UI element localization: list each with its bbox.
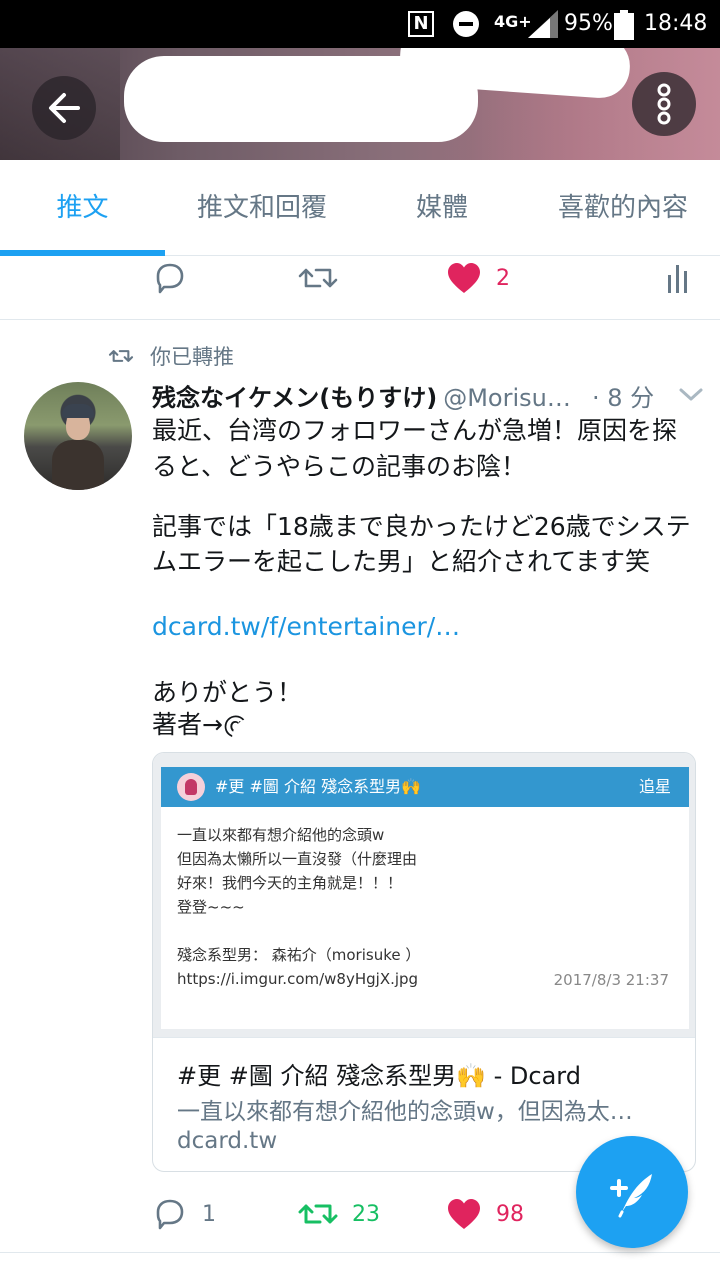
heart-filled-icon: [448, 263, 480, 293]
author-name[interactable]: 残念なイケメン(もりすけ): [152, 384, 437, 412]
link-card[interactable]: #更 #圖 介紹 殘念系型男🙌 追星 一直以來都有想介紹他的念頭w 但因為太懶所…: [152, 752, 696, 1172]
card-title: #更 #圖 介紹 殘念系型男🙌 - Dcard: [177, 1062, 581, 1090]
dcard-post-title: #更 #圖 介紹 殘念系型男🙌: [215, 777, 421, 796]
tweet-text-line: ると、どうやらこの記事のお陰！: [152, 452, 527, 481]
prev-reply-button[interactable]: [152, 248, 188, 308]
status-bar: N 4G+ 95% 18:48: [0, 0, 720, 48]
like-count: 98: [496, 1201, 524, 1227]
nfc-icon: N: [408, 11, 434, 37]
battery-percent: 95%: [564, 11, 613, 36]
tweet-link[interactable]: dcard.tw/f/entertainer/…: [152, 610, 692, 644]
signal-icon: [528, 10, 558, 48]
dcard-text: https://i.imgur.com/w8yHgjX.jpg: [177, 970, 419, 988]
tweet-time: · 8 分: [592, 384, 655, 412]
tab-likes[interactable]: 喜歡的內容: [540, 160, 706, 256]
analytics-icon: [668, 265, 687, 293]
torn-edge-decoration: [161, 1013, 689, 1029]
dcard-post-body: 一直以來都有想介紹他的念頭w 但因為太懶所以一直沒發（什麼理由 好來！我們今天的…: [161, 807, 689, 1029]
dcard-text: 登登~~~: [177, 898, 245, 916]
back-button[interactable]: [32, 76, 96, 140]
retweet-icon: [298, 1204, 338, 1224]
reply-count: 1: [202, 1201, 216, 1227]
dcard-text: 好來！我們今天的主角就是！！！: [177, 874, 403, 892]
card-description: 一直以來都有想介紹他的念頭w，但因為太…: [177, 1099, 633, 1125]
more-button[interactable]: [632, 72, 696, 136]
dcard-text: 殘念系型男： 森祐介（morisuke ）: [177, 946, 421, 964]
avatar[interactable]: [24, 382, 132, 490]
profile-header-banner: [0, 48, 720, 160]
retweet-note-label: 你已轉推: [150, 345, 234, 369]
prev-tweet-actions: 2: [0, 248, 720, 308]
clock: 18:48: [644, 11, 708, 36]
tweet-text-line: ありがとう！: [152, 678, 303, 707]
reply-icon: [156, 1199, 184, 1230]
tab-tweets[interactable]: 推文: [0, 160, 165, 256]
tweet-divider: [0, 1252, 720, 1253]
retweet-icon: [298, 268, 338, 288]
heart-filled-icon: [448, 1199, 480, 1229]
like-button[interactable]: 98: [446, 1184, 524, 1244]
retweet-small-icon: [108, 350, 134, 362]
arrow-left-icon: [49, 93, 80, 123]
tweet-header: 残念なイケメン(もりすけ) @Morisu… · 8 分: [152, 378, 712, 416]
retweet-count: 23: [352, 1201, 380, 1227]
dcard-date: 2017/8/3 21:37: [553, 971, 669, 989]
battery-icon: [614, 10, 634, 50]
prev-retweet-button[interactable]: [298, 248, 338, 308]
compose-feather-icon: [610, 1174, 652, 1218]
retweet-button[interactable]: 23: [298, 1184, 380, 1244]
tab-media[interactable]: 媒體: [372, 160, 512, 256]
tab-tweets-and-replies[interactable]: 推文和回覆: [170, 160, 354, 256]
author-handle[interactable]: @Morisu…: [443, 384, 571, 412]
tweet-text-line: ムエラーを起こした男」と紹介されてます笑: [152, 547, 651, 576]
card-preview-image: #更 #圖 介紹 殘念系型男🙌 追星 一直以來都有想介紹他的念頭w 但因為太懶所…: [153, 753, 695, 1037]
reply-button[interactable]: 1: [152, 1184, 216, 1244]
prev-like-button[interactable]: 2: [446, 248, 510, 308]
dcard-forum: 追星: [638, 777, 671, 796]
tweet-divider: [0, 319, 720, 320]
retweet-note: 你已轉推: [108, 340, 234, 372]
compose-tweet-button[interactable]: [576, 1136, 688, 1248]
dcard-text: 但因為太懶所以一直沒發（什麼理由: [177, 850, 418, 868]
more-vertical-icon: [657, 83, 671, 125]
prev-analytics-button[interactable]: [666, 248, 690, 308]
prev-like-count: 2: [496, 265, 510, 291]
tweet-text-line: 最近、台湾のフォロワーさんが急増！原因を探: [152, 416, 678, 445]
network-type: 4G+: [494, 12, 532, 31]
chevron-down-icon[interactable]: [678, 386, 704, 404]
dcard-avatar-icon: [177, 773, 205, 801]
dcard-header-bar: #更 #圖 介紹 殘念系型男🙌 追星: [161, 767, 689, 807]
dcard-text: 一直以來都有想介紹他的念頭w: [177, 826, 385, 844]
card-domain: dcard.tw: [177, 1128, 278, 1154]
tweet-text-line: 記事では「18歳まで良かったけど26歳でシステ: [152, 512, 691, 541]
reply-icon: [156, 263, 184, 294]
dnd-icon: [452, 10, 480, 48]
profile-tabs: 推文 推文和回覆 媒體 喜歡的內容: [0, 160, 720, 256]
